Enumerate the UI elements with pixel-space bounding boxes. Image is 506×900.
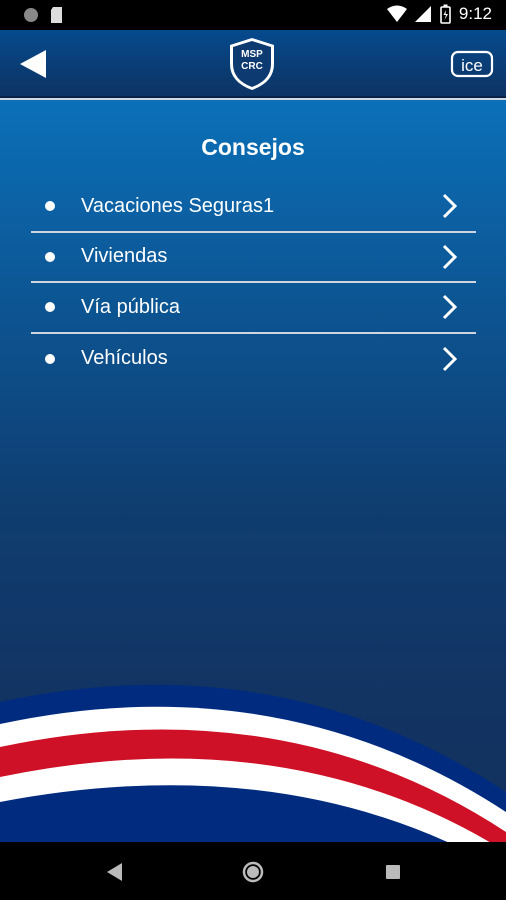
menu-item-label: Vía pública xyxy=(81,295,180,318)
flag-wave-decoration xyxy=(0,684,506,842)
status-time: 9:12 xyxy=(458,4,492,23)
bullet-icon xyxy=(45,353,55,364)
wifi-icon xyxy=(386,5,407,22)
bullet-icon xyxy=(45,302,55,313)
menu-list: Vacaciones Seguras1 Viviendas Vía públic… xyxy=(31,182,476,384)
android-nav-bar xyxy=(0,842,506,900)
status-left xyxy=(22,6,64,24)
page-title: Consejos xyxy=(201,134,305,160)
chevron-right-icon xyxy=(442,346,458,371)
chevron-right-icon xyxy=(442,194,458,219)
sd-card-icon xyxy=(51,7,62,23)
battery-icon xyxy=(440,4,451,24)
bullet-icon xyxy=(45,201,55,212)
menu-item-vacaciones-seguras[interactable]: Vacaciones Seguras1 xyxy=(31,182,476,233)
menu-item-label: Vacaciones Seguras1 xyxy=(81,194,275,217)
home-circle-icon[interactable] xyxy=(241,860,265,884)
circle-notification-icon xyxy=(24,8,38,22)
cell-signal-icon xyxy=(414,6,431,22)
ice-logo-text: ice xyxy=(461,56,483,75)
app-bar: MSP CRC ice xyxy=(0,30,506,98)
bullet-icon xyxy=(45,251,55,262)
chevron-right-icon xyxy=(442,244,458,269)
menu-item-via-publica[interactable]: Vía pública xyxy=(31,283,476,334)
status-bar: 9:12 xyxy=(0,0,506,30)
chevron-right-icon xyxy=(442,295,458,320)
logo-text-msp: MSP xyxy=(241,49,263,60)
menu-item-vehiculos[interactable]: Vehículos xyxy=(31,334,476,385)
menu-item-label: Viviendas xyxy=(81,245,168,268)
logo-text-crc: CRC xyxy=(241,61,263,72)
menu-item-viviendas[interactable]: Viviendas xyxy=(31,233,476,283)
back-triangle-icon[interactable] xyxy=(103,860,127,884)
menu-item-label: Vehículos xyxy=(81,347,168,370)
recents-square-icon[interactable] xyxy=(381,860,405,884)
msp-crc-logo: MSP CRC xyxy=(230,38,274,90)
status-right: 9:12 xyxy=(386,4,492,24)
main-content: Consejos Vacaciones Seguras1 Viviendas V… xyxy=(0,100,506,842)
back-arrow-icon[interactable] xyxy=(18,48,50,80)
ice-logo: ice xyxy=(450,50,494,78)
